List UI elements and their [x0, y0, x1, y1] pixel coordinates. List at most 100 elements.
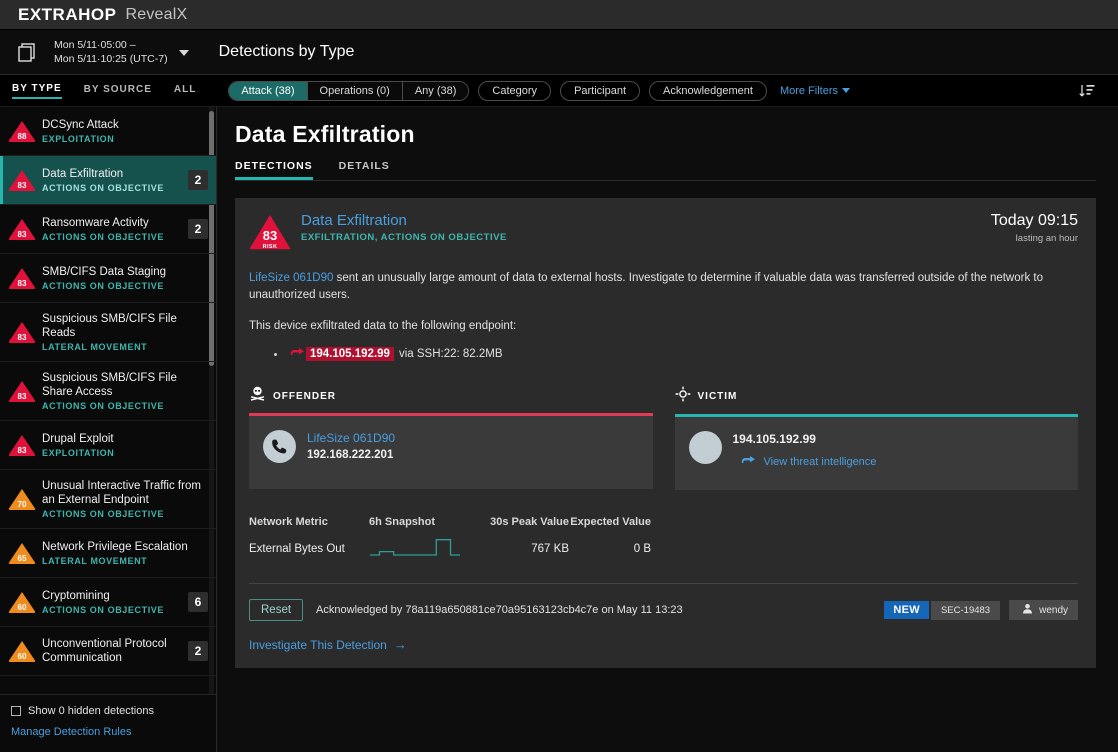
detection-item-category: ACTIONS ON OBJECTIVE — [42, 401, 165, 411]
detection-item-text: Unconventional Protocol Communication — [37, 637, 184, 665]
view-threat-intelligence-link[interactable]: View threat intelligence — [733, 454, 876, 470]
tab-detections[interactable]: DETECTIONS — [235, 160, 313, 180]
skull-crossbones-icon — [249, 386, 266, 406]
attack-type-segmented-control: Attack (38) Operations (0) Any (38) — [228, 80, 470, 101]
filter-chip-participant[interactable]: Participant — [560, 80, 641, 101]
investigate-detection-link[interactable]: Investigate This Detection → — [249, 637, 1078, 652]
assignee-badge[interactable]: wendy — [1009, 600, 1078, 620]
chevron-down-icon[interactable] — [178, 49, 189, 56]
arrow-right-icon: → — [393, 637, 407, 652]
detection-list-item[interactable]: 83 Suspicious SMB/CIFS File Reads LATERAL … — [0, 303, 216, 362]
brand-logo-extrahop: EXTRAHOP — [18, 4, 117, 24]
detection-list-item[interactable]: 60 Unconventional Protocol Communication 2 — [0, 627, 216, 676]
detection-item-count: 2 — [188, 170, 208, 190]
detection-item-name: Ransomware Activity — [42, 217, 149, 229]
tab-details[interactable]: DETAILS — [339, 160, 390, 180]
segment-attack[interactable]: Attack (38) — [229, 81, 308, 100]
show-hidden-detections-toggle[interactable]: Show 0 hidden detections — [11, 705, 206, 717]
offender-heading: OFFENDER — [249, 386, 653, 406]
detection-list-item[interactable]: 88 DCSync Attack EXPLOITATION — [0, 107, 216, 156]
risk-badge-critical: 83 — [7, 321, 37, 344]
description-device-link[interactable]: LifeSize 061D90 — [249, 272, 333, 284]
time-range-line1: Mon 5/11·05:00 – — [54, 39, 136, 51]
filter-chip-category[interactable]: Category — [478, 80, 552, 101]
risk-badge-critical: 83 — [7, 218, 37, 241]
risk-badge-high: 60 — [7, 591, 37, 614]
detection-item-text: Suspicious SMB/CIFS File Share Access ACT… — [37, 371, 208, 411]
detection-list-item[interactable]: 83 Data Exfiltration ACTIONS ON OBJECTIVE 2 — [0, 156, 216, 205]
victim-panel: VICTIM 194.105.192.99 View threat intell… — [674, 386, 1079, 490]
detection-item-text: DCSync Attack EXPLOITATION — [37, 118, 208, 144]
detection-item-name: Unusual Interactive Traffic from an Exte… — [42, 480, 201, 506]
detection-card-title-group: Data Exfiltration EXFILTRATION, ACTIONS … — [301, 212, 991, 243]
victim-entity[interactable]: 194.105.192.99 View threat intelligence — [688, 431, 1067, 470]
detection-item-category: ACTIONS ON OBJECTIVE — [42, 183, 165, 193]
risk-badge-high: 65 — [7, 542, 37, 565]
offender-label: OFFENDER — [273, 390, 336, 402]
detection-item-text: Drupal Exploit EXPLOITATION — [37, 432, 208, 458]
more-filters-button[interactable]: More Filters — [780, 85, 850, 97]
page-title-top: Detections by Type — [218, 43, 355, 60]
risk-badge-critical: 83 — [7, 434, 37, 457]
endpoint-bullet: 194.105.192.99 via SSH:22: 82.2MB — [249, 346, 1078, 362]
detection-item-name: SMB/CIFS Data Staging — [42, 266, 166, 278]
detection-list-item[interactable]: 83 Drupal Exploit EXPLOITATION — [0, 421, 216, 470]
view-tab-by-source[interactable]: BY SOURCE — [84, 84, 152, 98]
ticket-badge[interactable]: SEC-19483 — [930, 600, 1001, 620]
view-tab-by-type[interactable]: BY TYPE — [12, 83, 62, 99]
segment-any[interactable]: Any (38) — [402, 81, 469, 100]
status-badge[interactable]: NEW — [884, 601, 929, 619]
sort-descending-icon[interactable] — [1078, 82, 1096, 105]
detection-card-header: 83 RISK Data Exfiltration EXFILTRATION, … — [249, 212, 1078, 250]
assignee-name: wendy — [1039, 604, 1068, 616]
detection-item-name: Drupal Exploit — [42, 433, 114, 445]
detection-item-name: Network Privilege Escalation — [42, 541, 188, 553]
page-title: Data Exfiltration — [235, 121, 415, 147]
risk-badge-critical: 83 — [7, 380, 37, 403]
card-footer: Reset Acknowledged by 78a119a650881ce70a… — [249, 599, 1078, 621]
detection-list-item[interactable]: 60 Cryptomining ACTIONS ON OBJECTIVE 6 — [0, 578, 216, 627]
offender-panel: OFFENDER LifeSize 061D90 192.168.222.201 — [249, 386, 653, 490]
segment-operations[interactable]: Operations (0) — [307, 81, 403, 100]
victim-info: 194.105.192.99 View threat intelligence — [733, 431, 877, 470]
metric-peak-value: 767 KB — [531, 543, 569, 555]
detection-item-text: Ransomware Activity ACTIONS ON OBJECTIVE — [37, 216, 184, 242]
detection-list-item[interactable]: 83 Ransomware Activity ACTIONS ON OBJECTIV… — [0, 205, 216, 254]
metrics-header-name: Network Metric — [249, 516, 328, 528]
detection-list-item[interactable]: 70 Unusual Interactive Traffic from an Ex… — [0, 470, 216, 529]
offender-box: LifeSize 061D90 192.168.222.201 — [249, 413, 653, 489]
detection-list-item[interactable]: 83 Suspicious SMB/CIFS File Share Access A… — [0, 362, 216, 421]
detection-card: 83 RISK Data Exfiltration EXFILTRATION, … — [235, 198, 1096, 668]
brand-bar: EXTRAHOP RevealX — [0, 0, 1118, 30]
filter-chip-acknowledgement[interactable]: Acknowledgement — [649, 80, 767, 101]
pages-icon[interactable] — [10, 41, 44, 63]
manage-detection-rules-link[interactable]: Manage Detection Rules — [11, 726, 131, 738]
risk-score-label: RISK — [262, 244, 278, 250]
time-range-line2: Mon 5/11·10:25 (UTC-7) — [54, 53, 168, 65]
crosshair-icon — [675, 386, 691, 407]
time-range-text: Mon 5/11·05:00 – Mon 5/11·10:25 (UTC-7) — [54, 38, 168, 66]
risk-badge-critical: 83 — [7, 267, 37, 290]
endpoint-ip[interactable]: 194.105.192.99 — [306, 347, 394, 361]
threat-intel-icon — [740, 454, 757, 470]
time-range-selector[interactable]: Mon 5/11·05:00 – Mon 5/11·10:25 (UTC-7) — [44, 38, 189, 66]
offender-name-link[interactable]: LifeSize 061D90 — [307, 431, 395, 445]
bullet-dot-icon — [274, 352, 277, 356]
victim-heading: VICTIM — [675, 386, 1079, 407]
risk-badge-critical: 88 — [7, 120, 37, 143]
detection-item-name: Suspicious SMB/CIFS File Reads — [42, 313, 177, 339]
detection-title-link[interactable]: Data Exfiltration — [301, 212, 991, 229]
risk-score-value: 83 — [262, 228, 278, 243]
offender-entity[interactable]: LifeSize 061D90 192.168.222.201 — [263, 430, 641, 463]
participants-section: OFFENDER LifeSize 061D90 192.168.222.201… — [249, 386, 1078, 490]
reset-button[interactable]: Reset — [249, 599, 304, 621]
checkbox-icon[interactable] — [11, 706, 21, 716]
detections-sidebar: 88 DCSync Attack EXPLOITATION 83 Data Exfilt… — [0, 107, 217, 752]
detail-tabs: DETECTIONS DETAILS — [235, 160, 1096, 181]
view-tab-all[interactable]: ALL — [174, 84, 196, 98]
divider — [249, 583, 1078, 584]
detection-list-item[interactable]: 65 Network Privilege Escalation LATERAL MO… — [0, 529, 216, 578]
detection-item-text: Suspicious SMB/CIFS File Reads LATERAL MO… — [37, 312, 208, 352]
detection-duration: lasting an hour — [1015, 233, 1078, 244]
detection-list-item[interactable]: 83 SMB/CIFS Data Staging ACTIONS ON OBJECT… — [0, 254, 216, 303]
